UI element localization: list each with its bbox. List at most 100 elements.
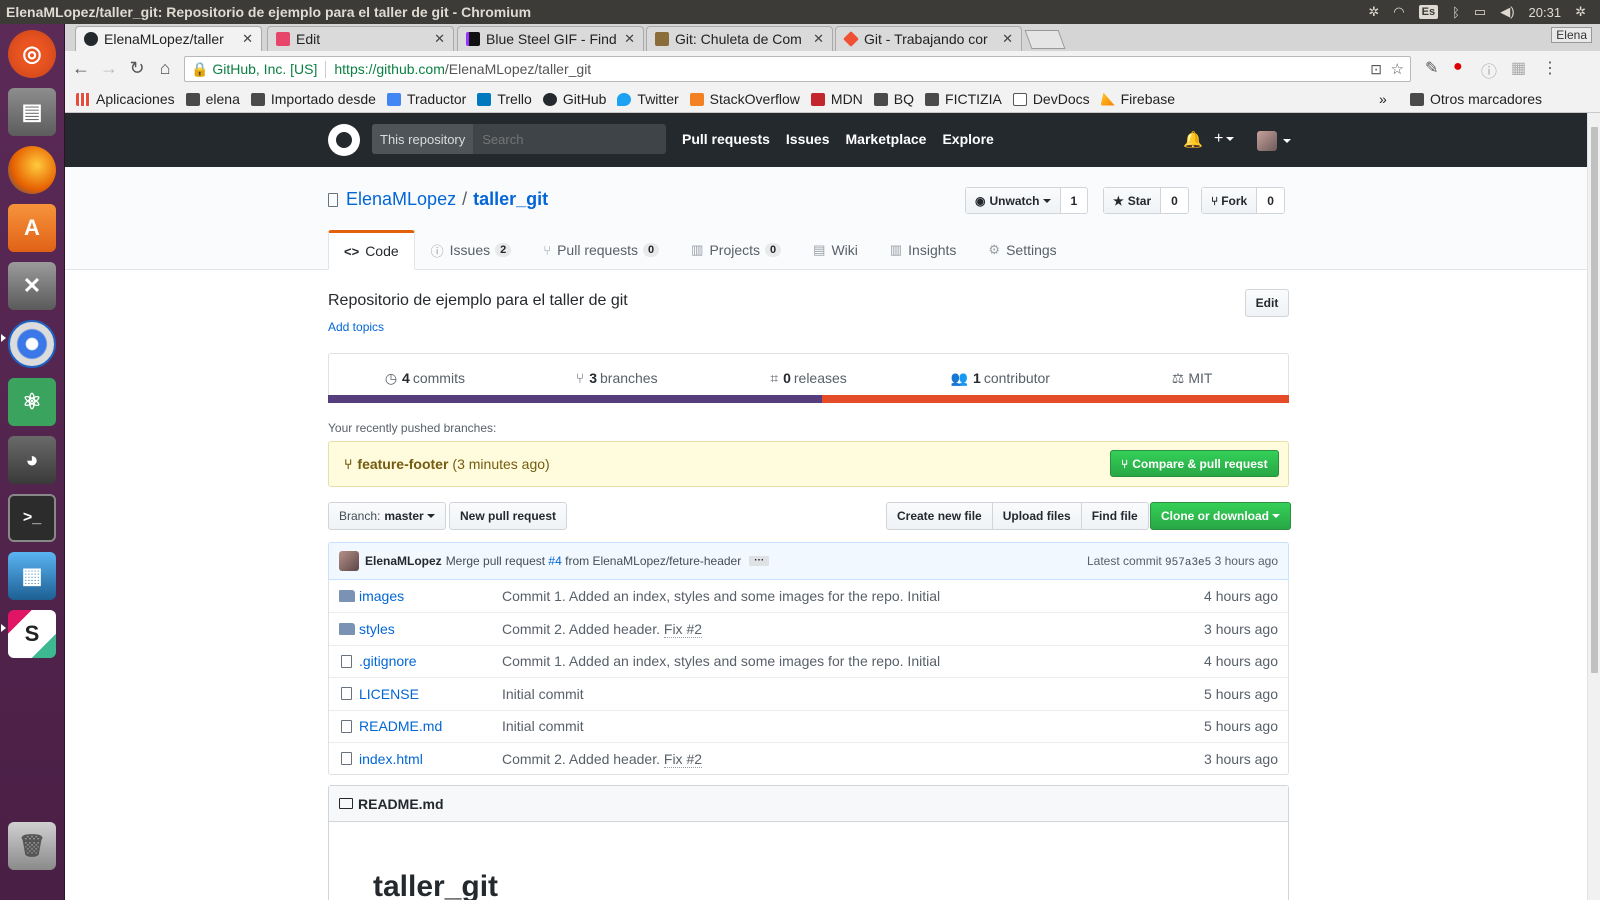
bookmark-mdn[interactable]: MDN	[810, 91, 863, 107]
terminal-icon[interactable]: >_	[8, 494, 56, 542]
file-name-link[interactable]: index.html	[359, 751, 502, 767]
bookmark-fictizia[interactable]: FICTIZIA	[925, 91, 1002, 107]
home-icon[interactable]: ⌂	[151, 58, 179, 79]
file-commit-message[interactable]: Commit 2. Added header. Fix #2	[502, 750, 1288, 768]
github-logo-icon[interactable]	[328, 124, 360, 156]
battery-icon[interactable]: ▭	[1474, 4, 1486, 20]
find-file-button[interactable]: Find file	[1080, 502, 1149, 530]
atom-icon[interactable]: ⚛	[8, 378, 56, 426]
bookmark-trello[interactable]: Trello	[477, 91, 532, 107]
image-viewer-icon[interactable]: ▦	[8, 552, 56, 600]
tab-issues[interactable]: ⓘ Issues 2	[415, 230, 528, 270]
file-name-link[interactable]: styles	[359, 621, 502, 637]
page-scrollbar[interactable]	[1587, 113, 1600, 900]
file-name-link[interactable]: README.md	[359, 718, 502, 734]
tab-github-repo[interactable]: ElenaMLopez/taller ✕	[75, 26, 262, 51]
extension-grid-icon[interactable]: ▦	[1511, 58, 1526, 78]
bookmark-star-icon[interactable]: ☆	[1391, 60, 1404, 78]
compare-pull-request-button[interactable]: ⑂ Compare & pull request	[1110, 450, 1279, 477]
software-center-icon[interactable]: A	[8, 204, 56, 252]
profile-button[interactable]: Elena	[1551, 27, 1592, 43]
close-icon[interactable]: ✕	[242, 31, 253, 47]
url-text[interactable]: https://github.com/ElenaMLopez/taller_gi…	[326, 61, 591, 77]
volume-icon[interactable]: ◀)	[1500, 4, 1514, 20]
system-settings-icon[interactable]: ✕	[8, 262, 56, 310]
close-icon[interactable]: ✕	[624, 31, 635, 47]
expand-commit-message-button[interactable]: ···	[749, 556, 770, 566]
tab-git-cheatsheet[interactable]: Git: Chuleta de Com ✕	[646, 26, 833, 51]
star-button[interactable]: ★ Star	[1104, 188, 1162, 213]
tab-insights[interactable]: ▥ Insights	[874, 230, 973, 270]
issue-reference-link[interactable]: Fix #2	[663, 750, 703, 768]
notifications-bell-icon[interactable]: 🔔	[1183, 130, 1203, 150]
file-name-link[interactable]: images	[359, 588, 502, 604]
file-commit-message[interactable]: Commit 2. Added header. Fix #2	[502, 621, 1288, 639]
address-bar[interactable]: 🔒 GitHub, Inc. [US] https://github.com/E…	[184, 56, 1411, 82]
settings-indicator-icon[interactable]: ✲	[1368, 4, 1379, 20]
new-tab-button[interactable]	[1024, 30, 1066, 49]
close-icon[interactable]: ✕	[434, 31, 445, 47]
create-new-file-button[interactable]: Create new file	[886, 502, 993, 530]
bookmark-github[interactable]: GitHub	[542, 91, 606, 107]
tab-giphy[interactable]: Blue Steel GIF - Find ✕	[457, 26, 644, 51]
upload-files-button[interactable]: Upload files	[991, 502, 1082, 530]
nav-issues[interactable]: Issues	[786, 131, 830, 147]
file-commit-message[interactable]: Commit 1. Added an index, styles and som…	[502, 653, 1288, 669]
edit-description-button[interactable]: Edit	[1245, 289, 1289, 317]
bookmark-firebase[interactable]: Firebase	[1100, 91, 1175, 107]
extension-pen-icon[interactable]: ✎	[1425, 58, 1438, 78]
tab-git-remote[interactable]: Git - Trabajando cor ✕	[835, 26, 1022, 51]
bookmark-devdocs[interactable]: DevDocs	[1012, 91, 1090, 107]
translate-icon[interactable]: ⊡	[1370, 61, 1382, 78]
ubuntu-dash-icon[interactable]: ◎	[8, 30, 56, 78]
chromium-icon[interactable]	[8, 320, 56, 368]
tab-projects[interactable]: ▥ Projects 0	[675, 230, 797, 270]
bookmark-importado[interactable]: Importado desde	[250, 91, 376, 107]
menu-icon[interactable]: ⋮	[1542, 58, 1558, 78]
clock[interactable]: 20:31	[1529, 5, 1562, 20]
issue-reference-link[interactable]: Fix #2	[663, 621, 703, 639]
close-icon[interactable]: ✕	[813, 31, 824, 47]
file-commit-message[interactable]: Commit 1. Added an index, styles and som…	[502, 588, 1288, 604]
chevron-down-icon[interactable]	[1280, 132, 1291, 150]
keyboard-layout-indicator[interactable]: Es	[1418, 5, 1439, 19]
bookmarks-overflow-button[interactable]: »	[1379, 91, 1387, 107]
file-commit-message[interactable]: Initial commit	[502, 718, 1288, 734]
firefox-icon[interactable]	[8, 146, 56, 194]
user-avatar[interactable]	[1257, 131, 1277, 151]
nav-explore[interactable]: Explore	[942, 131, 993, 147]
bookmark-elena[interactable]: elena	[185, 91, 240, 107]
clone-download-button[interactable]: Clone or download	[1150, 502, 1291, 530]
unwatch-button[interactable]: ◉ Unwatch	[966, 188, 1061, 213]
search-input[interactable]	[473, 131, 664, 147]
extension-info-icon[interactable]: ⓘ	[1481, 58, 1497, 82]
language-bar[interactable]	[328, 395, 1289, 403]
tab-edit[interactable]: Edit ✕	[267, 26, 454, 51]
file-name-link[interactable]: .gitignore	[359, 653, 502, 669]
bookmark-aplicaciones[interactable]: Aplicaciones	[76, 91, 175, 107]
branch-select-menu[interactable]: Branch: master	[328, 502, 446, 530]
watch-count[interactable]: 1	[1061, 188, 1088, 213]
forward-icon[interactable]: →	[95, 58, 123, 79]
other-bookmarks[interactable]: Otros marcadores	[1410, 91, 1542, 107]
fork-count[interactable]: 0	[1257, 188, 1284, 213]
add-topics-link[interactable]: Add topics	[328, 320, 384, 334]
repo-name-link[interactable]: taller_git	[473, 189, 548, 210]
reload-icon[interactable]: ↻	[123, 58, 151, 79]
power-gear-icon[interactable]: ✲	[1575, 4, 1586, 20]
bluetooth-icon[interactable]: ᛒ	[1452, 5, 1460, 20]
tab-wiki[interactable]: ▤ Wiki	[797, 230, 874, 270]
fork-button[interactable]: ⑂ Fork	[1202, 188, 1258, 213]
gimp-icon[interactable]: ◕	[8, 436, 56, 484]
bookmark-twitter[interactable]: Twitter	[617, 91, 679, 107]
back-icon[interactable]: ←	[67, 58, 95, 79]
file-commit-message[interactable]: Initial commit	[502, 686, 1288, 702]
tab-code[interactable]: <> Code	[328, 230, 415, 270]
bookmark-bq[interactable]: BQ	[873, 91, 914, 107]
create-new-plus-icon[interactable]: +	[1214, 130, 1235, 148]
commit-sha-link[interactable]: 957a3e5	[1165, 557, 1211, 569]
recent-branch-link[interactable]: feature-footer	[357, 456, 448, 472]
nav-marketplace[interactable]: Marketplace	[846, 131, 927, 147]
new-pull-request-button[interactable]: New pull request	[449, 502, 568, 530]
file-name-link[interactable]: LICENSE	[359, 686, 502, 702]
